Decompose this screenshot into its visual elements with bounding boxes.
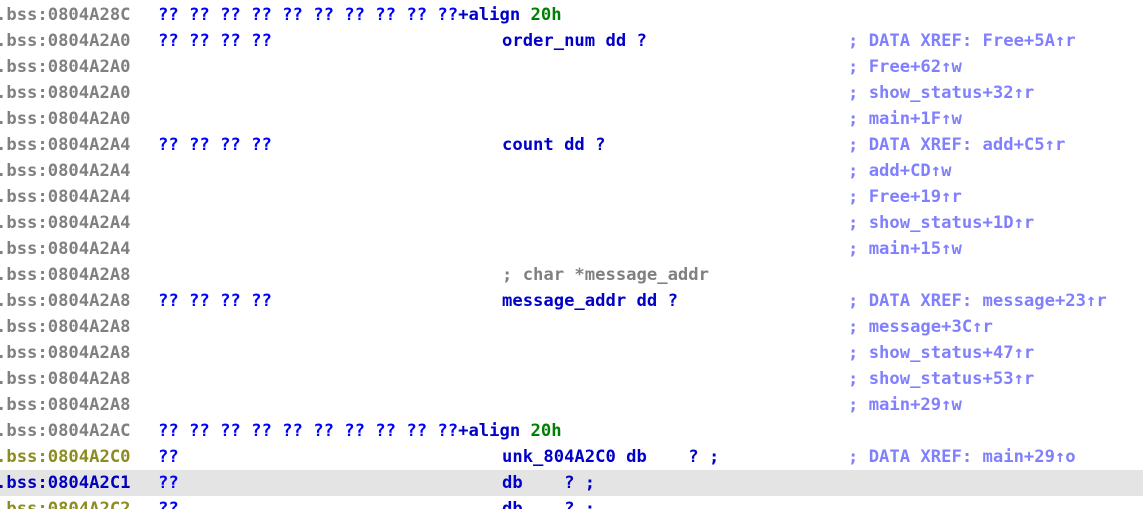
line-instruction[interactable]: order_num dd ? (502, 28, 647, 54)
xref-comment[interactable]: ; DATA XREF: main+29↑o (848, 444, 1076, 470)
disasm-line[interactable]: .bss:0804A2A0 ?? ?? ?? ?? order_num dd ?… (0, 28, 1143, 54)
xref-comment[interactable]: ; DATA XREF: Free+5A↑r (848, 28, 1076, 54)
disasm-line[interactable]: .bss:0804A2A0 ; show_status+32↑r (0, 80, 1143, 106)
disasm-line-selected[interactable]: .bss:0804A2C1 ?? db ? ; (0, 470, 1143, 496)
line-address: .bss:0804A2C0 (0, 447, 131, 467)
disasm-line[interactable]: .bss:0804A2A4 ; Free+19↑r (0, 184, 1143, 210)
xref-comment[interactable]: ; show_status+32↑r (848, 80, 1034, 106)
xref-comment[interactable]: ; show_status+1D↑r (848, 210, 1034, 236)
disasm-line[interactable]: .bss:0804A2A8 ; char *message_addr (0, 262, 1143, 288)
line-bytes: ?? ?? ?? ?? (158, 31, 272, 51)
disasm-line[interactable]: .bss:0804A2AC ?? ?? ?? ?? ?? ?? ?? ?? ??… (0, 418, 1143, 444)
disasm-line[interactable]: .bss:0804A2A4 ; show_status+1D↑r (0, 210, 1143, 236)
line-address: .bss:0804A2A4 (0, 213, 131, 233)
line-address: .bss:0804A2A4 (0, 239, 131, 259)
line-address: .bss:0804A2A4 (0, 135, 131, 155)
line-address: .bss:0804A2A4 (0, 187, 131, 207)
disasm-line[interactable]: .bss:0804A2A8 ; main+29↑w (0, 392, 1143, 418)
disasm-line[interactable]: .bss:0804A2A0 ; main+1F↑w (0, 106, 1143, 132)
line-instruction[interactable]: unk_804A2C0 db ? ; (502, 444, 719, 470)
disasm-line[interactable]: .bss:0804A2A8 ; message+3C↑r (0, 314, 1143, 340)
xref-comment[interactable]: ; DATA XREF: message+23↑r (848, 288, 1107, 314)
disassembly-view[interactable]: .bss:0804A28C ?? ?? ?? ?? ?? ?? ?? ?? ??… (0, 0, 1143, 509)
line-address: .bss:0804A2AC (0, 421, 131, 441)
line-bytes: ?? (158, 473, 179, 493)
xref-comment[interactable]: ; DATA XREF: add+C5↑r (848, 132, 1065, 158)
line-bytes: ?? (158, 447, 179, 467)
disasm-line[interactable]: .bss:0804A2A8 ; show_status+47↑r (0, 340, 1143, 366)
line-address: .bss:0804A2A8 (0, 265, 131, 285)
disasm-line[interactable]: .bss:0804A2A8 ?? ?? ?? ?? message_addr d… (0, 288, 1143, 314)
line-bytes: ?? (158, 499, 179, 509)
disasm-line[interactable]: .bss:0804A2C2 ?? db ? ; (0, 496, 1143, 509)
xref-comment[interactable]: ; show_status+53↑r (848, 366, 1034, 392)
line-address: .bss:0804A2A0 (0, 57, 131, 77)
xref-comment[interactable]: ; main+1F↑w (848, 106, 962, 132)
xref-comment[interactable]: ; Free+19↑r (848, 184, 962, 210)
line-address: .bss:0804A2A0 (0, 109, 131, 129)
xref-comment[interactable]: ; Free+62↑w (848, 54, 962, 80)
disasm-line[interactable]: .bss:0804A28C ?? ?? ?? ?? ?? ?? ?? ?? ??… (0, 2, 1143, 28)
xref-comment[interactable]: ; message+3C↑r (848, 314, 993, 340)
line-instruction[interactable]: message_addr dd ? (502, 288, 678, 314)
line-address: .bss:0804A2A8 (0, 369, 131, 389)
disasm-line[interactable]: .bss:0804A2A4 ; main+15↑w (0, 236, 1143, 262)
line-address: .bss:0804A2A8 (0, 317, 131, 337)
line-address: .bss:0804A2A0 (0, 31, 131, 51)
line-address: .bss:0804A2A0 (0, 83, 131, 103)
line-address: .bss:0804A2C1 (0, 473, 131, 493)
disasm-line[interactable]: .bss:0804A2C0 ?? unk_804A2C0 db ? ; ; DA… (0, 444, 1143, 470)
line-address: .bss:0804A2A8 (0, 291, 131, 311)
line-instruction[interactable]: db ? ; (502, 496, 595, 509)
line-bytes: ?? ?? ?? ?? ?? ?? ?? ?? ?? ??+align 20h (158, 5, 562, 25)
line-instruction[interactable]: db ? ; (502, 470, 595, 496)
line-address: .bss:0804A2A8 (0, 395, 131, 415)
line-address: .bss:0804A2A4 (0, 161, 131, 181)
line-bytes: ?? ?? ?? ?? (158, 291, 272, 311)
xref-comment[interactable]: ; main+29↑w (848, 392, 962, 418)
disasm-line[interactable]: .bss:0804A2A8 ; show_status+53↑r (0, 366, 1143, 392)
type-comment: ; char *message_addr (502, 265, 709, 285)
line-address: .bss:0804A28C (0, 5, 131, 25)
xref-comment[interactable]: ; add+CD↑w (848, 158, 951, 184)
line-address: .bss:0804A2C2 (0, 499, 131, 509)
line-bytes: ?? ?? ?? ?? (158, 135, 272, 155)
line-address: .bss:0804A2A8 (0, 343, 131, 363)
disasm-line[interactable]: .bss:0804A2A4 ?? ?? ?? ?? count dd ? ; D… (0, 132, 1143, 158)
disasm-line[interactable]: .bss:0804A2A0 ; Free+62↑w (0, 54, 1143, 80)
xref-comment[interactable]: ; show_status+47↑r (848, 340, 1034, 366)
line-instruction[interactable]: count dd ? (502, 132, 605, 158)
xref-comment[interactable]: ; main+15↑w (848, 236, 962, 262)
line-bytes: ?? ?? ?? ?? ?? ?? ?? ?? ?? ??+align 20h (158, 421, 562, 441)
disasm-line[interactable]: .bss:0804A2A4 ; add+CD↑w (0, 158, 1143, 184)
